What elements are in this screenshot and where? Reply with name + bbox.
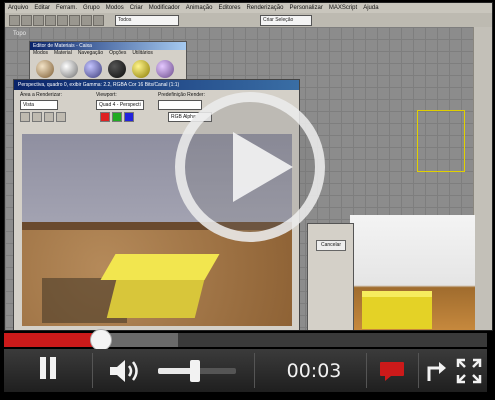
perspective-viewport xyxy=(350,215,475,330)
progress-scrubber[interactable] xyxy=(89,329,112,351)
divider xyxy=(92,353,93,388)
camera-gizmo xyxy=(417,110,465,172)
menu-item: Editar xyxy=(34,5,51,11)
material-slot xyxy=(36,60,54,78)
fullscreen-button[interactable] xyxy=(452,349,486,392)
share-icon xyxy=(427,361,446,381)
menu-item: Animação xyxy=(185,5,213,11)
render-setup-dialog: Cancelar xyxy=(307,223,354,330)
material-menu-item: Modos xyxy=(33,50,49,56)
material-slot xyxy=(108,60,126,78)
play-icon xyxy=(233,132,293,202)
material-menu-item: Navegação xyxy=(77,50,104,56)
move-icon xyxy=(69,15,80,26)
volume-button[interactable] xyxy=(100,349,150,392)
video-frame[interactable]: Arquivo Editar Ferram. Grupo Modos Criar Modif… xyxy=(4,2,493,331)
menu-item: Renderização xyxy=(246,5,284,11)
material-slot xyxy=(132,60,150,78)
red-channel-icon xyxy=(100,112,110,122)
menu-item: Grupo xyxy=(83,5,100,11)
clone-icon xyxy=(44,112,54,122)
max-menubar: Arquivo Editar Ferram. Grupo Modos Criar Modif… xyxy=(5,3,492,13)
green-channel-icon xyxy=(112,112,122,122)
command-panel xyxy=(473,27,492,330)
blue-channel-icon xyxy=(124,112,134,122)
area-dropdown: Vista xyxy=(20,100,58,110)
print-icon xyxy=(56,112,66,122)
render-window-title: Perspectiva, quadro 0, exibir Gamma: 2.2… xyxy=(14,80,299,90)
viewport-dropdown: Quad 4 - Perspecti xyxy=(96,100,144,110)
volume-knob[interactable] xyxy=(190,360,201,382)
rotate-icon xyxy=(81,15,92,26)
divider xyxy=(254,353,255,388)
save-icon xyxy=(20,112,30,122)
time-display: 00:03 xyxy=(262,349,366,392)
redo-icon xyxy=(21,15,32,26)
fullscreen-icon xyxy=(456,358,482,383)
menu-item: Editores xyxy=(218,5,241,11)
menu-item: Ajuda xyxy=(363,5,379,11)
pause-icon xyxy=(38,357,58,384)
material-editor-menu: Modos Material Navegação Opções Utilitários xyxy=(30,50,186,57)
share-button[interactable] xyxy=(422,349,450,392)
viewport-label: Topo xyxy=(13,31,27,37)
menu-item: Arquivo xyxy=(8,5,29,11)
yellow-box-top xyxy=(100,254,220,280)
material-menu-item: Material xyxy=(54,50,72,56)
named-selection-dropdown: Criar Seleção xyxy=(260,15,312,26)
material-slot xyxy=(156,60,174,78)
material-menu-item: Utilitários xyxy=(132,50,153,56)
pause-button[interactable] xyxy=(4,349,92,392)
divider xyxy=(366,353,367,388)
progress-played xyxy=(4,333,101,347)
cancel-button: Cancelar xyxy=(316,240,346,251)
material-editor-title: Editor de Materiais - Caixa xyxy=(30,42,186,50)
menu-item: Modificador xyxy=(148,5,180,11)
copy-icon xyxy=(32,112,42,122)
captions-button[interactable] xyxy=(370,349,414,392)
preset-dropdown xyxy=(158,100,202,110)
menu-item: Criar xyxy=(129,5,143,11)
unlink-icon xyxy=(45,15,56,26)
undo-icon xyxy=(9,15,20,26)
max-main-toolbar: Todos Criar Seleção xyxy=(5,13,492,28)
viewport-dropdown-label: Viewport: xyxy=(96,92,117,98)
area-label: Área a Renderizar: xyxy=(20,92,62,98)
material-menu-item: Opções xyxy=(109,50,127,56)
menu-item: Modos xyxy=(105,5,124,11)
current-time: 00:03 xyxy=(286,359,342,382)
box-object xyxy=(362,297,432,329)
progress-bar[interactable] xyxy=(4,329,487,351)
link-icon xyxy=(33,15,44,26)
player-controls: 00:03 xyxy=(4,349,487,392)
selection-set-dropdown: Todos xyxy=(115,15,179,26)
divider xyxy=(418,353,419,388)
captions-icon xyxy=(380,361,404,381)
volume-icon xyxy=(110,359,138,382)
menu-item: MAXScript xyxy=(328,5,358,11)
menu-item: Ferram. xyxy=(56,5,78,11)
select-icon xyxy=(57,15,68,26)
volume-slider[interactable] xyxy=(158,360,236,382)
yellow-box-side xyxy=(106,276,206,318)
menu-item: Personalizar xyxy=(289,5,323,11)
material-slot xyxy=(60,60,78,78)
material-slot xyxy=(84,60,102,78)
scale-icon xyxy=(93,15,104,26)
preset-label: Predefinição Render: xyxy=(158,92,205,98)
play-button-overlay[interactable] xyxy=(175,92,325,242)
